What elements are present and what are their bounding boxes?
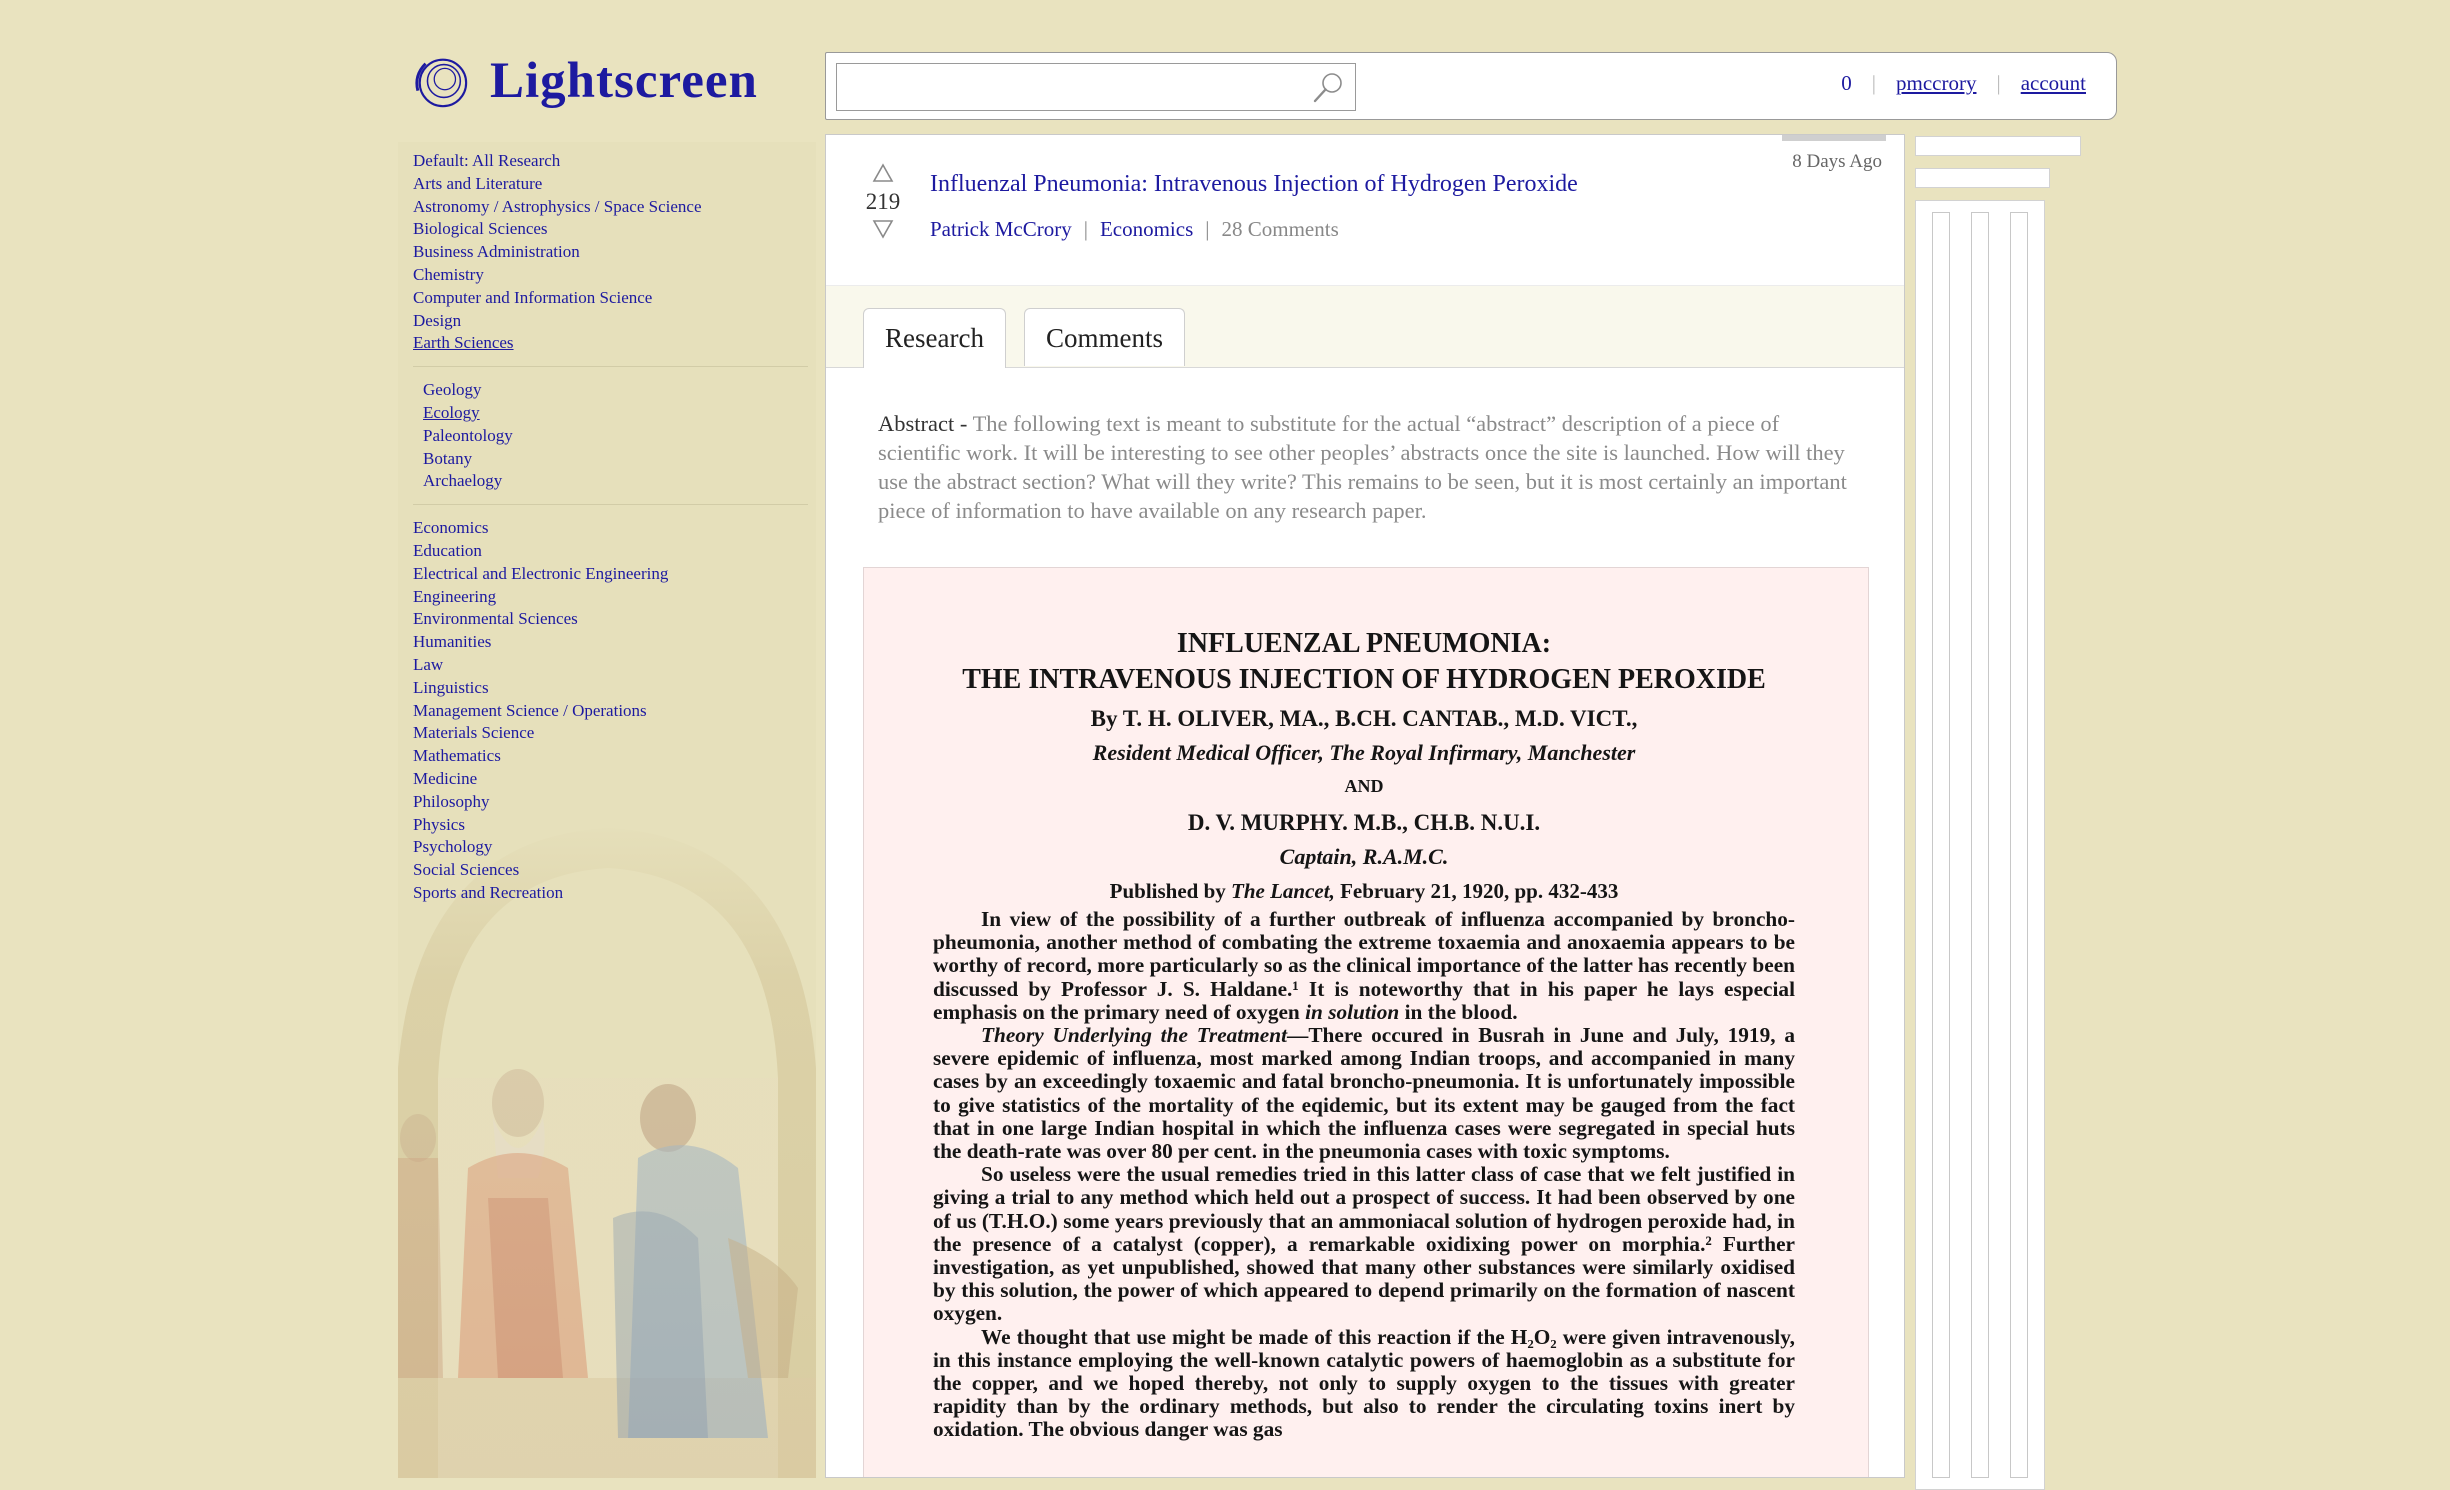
paper-author1: By T. H. OLIVER, MA., B.CH. CANTAB., M.D… <box>1090 706 1638 731</box>
pub-suffix: February 21, 1920, pp. 432-433 <box>1340 879 1619 903</box>
paper-title-line1: INFLUENZAL PNEUMONIA: <box>1176 628 1552 659</box>
sidebar-item-medicine[interactable]: Medicine <box>413 768 813 791</box>
right-placeholder-box <box>1915 136 2081 156</box>
vote-widget: 219 <box>862 163 904 239</box>
sidebar-subitem-geology[interactable]: Geology <box>423 379 813 402</box>
sidebar-item-chemistry[interactable]: Chemistry <box>413 264 813 287</box>
paragraph-heading: Theory Underlying the Treatment <box>981 1023 1288 1048</box>
category-link[interactable]: Economics <box>1100 217 1193 241</box>
sidebar-subitem-ecology[interactable]: Ecology <box>423 402 813 425</box>
pub-prefix: Published by <box>1109 879 1226 903</box>
user-links: 0 | pmccrory | account <box>1841 71 2086 96</box>
separator: | <box>1871 71 1877 95</box>
post-age: 8 Days Ago <box>1792 151 1882 172</box>
sidebar-item-humanities[interactable]: Humanities <box>413 631 813 654</box>
paper-paragraph: So useless were the usual remedies tried… <box>933 1162 1795 1326</box>
post-header: 8 Days Ago 219 Influenzal Pneumonia: Int… <box>826 135 1904 285</box>
sidebar-item-sports-recreation[interactable]: Sports and Recreation <box>413 882 813 905</box>
sidebar-item-environmental-sciences[interactable]: Environmental Sciences <box>413 608 813 631</box>
abstract-label: Abstract - <box>878 411 968 436</box>
search-input[interactable] <box>843 66 1287 110</box>
sidebar-divider <box>413 366 808 368</box>
vote-score: 219 <box>865 189 901 214</box>
right-panel-strip <box>1932 212 1950 1478</box>
tab-comments[interactable]: Comments <box>1024 308 1186 366</box>
sidebar-item-business-administration[interactable]: Business Administration <box>413 241 813 264</box>
pub-journal: The Lancet, <box>1231 879 1335 903</box>
sidebar-item-astronomy[interactable]: Astronomy / Astrophysics / Space Science <box>413 196 813 219</box>
sidebar-divider <box>413 504 808 506</box>
sidebar-subitem-botany[interactable]: Botany <box>423 448 813 471</box>
paragraph-italic: in solution <box>1305 999 1400 1024</box>
app-name: Lightscreen <box>490 53 758 109</box>
sidebar-item-arts-literature[interactable]: Arts and Literature <box>413 173 813 196</box>
tab-strip: Research Comments <box>826 285 1904 368</box>
sidebar-item-management-science[interactable]: Management Science / Operations <box>413 700 813 723</box>
sidebar-item-materials-science[interactable]: Materials Science <box>413 722 813 745</box>
sidebar-item-mathematics[interactable]: Mathematics <box>413 745 813 768</box>
right-panel-strip <box>2010 212 2028 1478</box>
sidebar-item-economics[interactable]: Economics <box>413 517 813 540</box>
separator: | <box>1205 217 1210 241</box>
sidebar-item-social-sciences[interactable]: Social Sciences <box>413 859 813 882</box>
sidebar-item-engineering[interactable]: Engineering <box>413 586 813 609</box>
right-placeholder-box <box>1915 168 2050 188</box>
sidebar-subitem-paleontology[interactable]: Paleontology <box>423 425 813 448</box>
separator: | <box>1996 71 2001 95</box>
paper-author1-affiliation: Resident Medical Officer, The Royal Infi… <box>1092 740 1636 765</box>
paper-paragraph: In view of the possibility of a further … <box>933 907 1795 1024</box>
search-box <box>836 63 1356 111</box>
post-meta: Patrick McCrory | Economics | 28 Comments <box>930 217 1339 242</box>
author-link[interactable]: Patrick McCrory <box>930 217 1072 241</box>
magnifier-icon[interactable] <box>1311 70 1345 104</box>
abstract-text: The following text is meant to substitut… <box>878 411 1847 523</box>
paper-paragraph: We thought that use might be made of thi… <box>933 1324 1795 1442</box>
spiral-logo-icon <box>415 58 468 108</box>
paragraph-text: in the blood. <box>1404 999 1518 1024</box>
top-bar: 0 | pmccrory | account <box>825 52 2117 120</box>
paper-paragraph: Theory Underlying the Treatment—There oc… <box>933 1023 1795 1163</box>
paper-author2: D. V. MURPHY. M.B., CH.B. N.U.I. <box>1187 810 1541 835</box>
app-logo[interactable]: Lightscreen <box>412 52 758 110</box>
sidebar: Default: All Research Arts and Literatur… <box>398 142 816 1478</box>
sidebar-item-biological-sciences[interactable]: Biological Sciences <box>413 218 813 241</box>
notification-count[interactable]: 0 <box>1841 71 1852 96</box>
downvote-arrow-icon[interactable] <box>872 219 894 239</box>
comments-count-link[interactable]: 28 Comments <box>1221 217 1338 241</box>
paper-author2-affiliation: Captain, R.A.M.C. <box>1279 844 1449 869</box>
sidebar-item-law[interactable]: Law <box>413 654 813 677</box>
sidebar-item-electrical-engineering[interactable]: Electrical and Electronic Engineering <box>413 563 813 586</box>
separator: | <box>1083 217 1088 241</box>
right-panel-strip <box>1971 212 1989 1478</box>
right-column <box>1915 134 2085 1490</box>
paper-scan: INFLUENZAL PNEUMONIA: THE INTRAVENOUS IN… <box>863 567 1869 1477</box>
username-link[interactable]: pmccrory <box>1896 71 1976 96</box>
sidebar-item-physics[interactable]: Physics <box>413 814 813 837</box>
subcategory-list: Geology Ecology Paleontology Botany Arch… <box>413 379 813 493</box>
post-panel: 8 Days Ago 219 Influenzal Pneumonia: Int… <box>825 134 1905 1478</box>
sidebar-item-design[interactable]: Design <box>413 310 813 333</box>
post-title[interactable]: Influenzal Pneumonia: Intravenous Inject… <box>930 171 1578 198</box>
sidebar-item-philosophy[interactable]: Philosophy <box>413 791 813 814</box>
paper-publication: Published by The Lancet, February 21, 19… <box>933 874 1795 908</box>
sidebar-item-psychology[interactable]: Psychology <box>413 836 813 859</box>
upvote-arrow-icon[interactable] <box>872 163 894 183</box>
sidebar-item-linguistics[interactable]: Linguistics <box>413 677 813 700</box>
abstract: Abstract - The following text is meant t… <box>878 409 1866 525</box>
header-accent-bar <box>1782 135 1886 141</box>
category-list: Default: All Research Arts and Literatur… <box>413 150 813 905</box>
sidebar-item-computer-science[interactable]: Computer and Information Science <box>413 287 813 310</box>
sidebar-subitem-archaelogy[interactable]: Archaelogy <box>423 470 813 493</box>
sidebar-item-education[interactable]: Education <box>413 540 813 563</box>
tab-research[interactable]: Research <box>863 308 1006 368</box>
sidebar-item-earth-sciences[interactable]: Earth Sciences <box>413 332 813 355</box>
account-link[interactable]: account <box>2021 71 2086 96</box>
school-of-athens-illustration <box>398 818 816 1478</box>
paper-and: AND <box>1344 776 1384 796</box>
paper-title-line2: THE INTRAVENOUS INJECTION OF HYDROGEN PE… <box>962 664 1766 695</box>
sidebar-item-all-research[interactable]: Default: All Research <box>413 150 813 173</box>
